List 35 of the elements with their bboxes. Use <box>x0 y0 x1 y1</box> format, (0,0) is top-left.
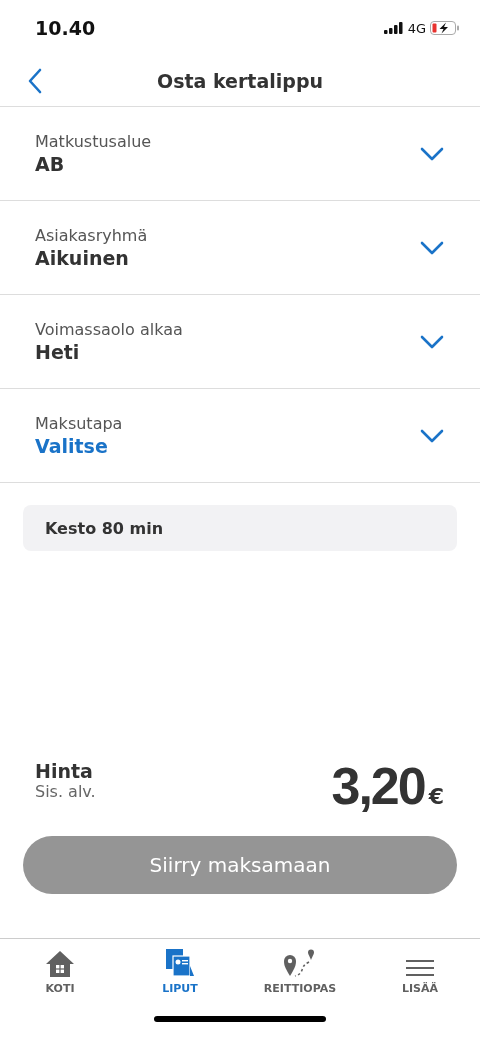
nav-tab[interactable]: REITTIOPAS <box>240 939 360 995</box>
page-title: Osta kertalippu <box>157 70 323 92</box>
duration-info: Kesto 80 min <box>23 505 457 551</box>
field-label: Asiakasryhmä <box>35 226 148 245</box>
field-label: Matkustusalue <box>35 132 152 151</box>
status-time: 10.40 <box>35 17 96 39</box>
chevron-down-icon <box>420 334 444 349</box>
field-label: Maksutapa <box>35 414 123 433</box>
dropdown-field[interactable]: Asiakasryhmä Aikuinen <box>0 201 480 295</box>
field-value: AB <box>35 153 66 175</box>
dropdown-field[interactable]: Matkustusalue AB <box>0 107 480 201</box>
network-label: 4G <box>407 20 426 36</box>
price-amount: 3,20 <box>331 756 425 816</box>
price-label: Hinta <box>35 760 94 782</box>
tickets-icon <box>165 948 195 978</box>
house-icon <box>45 950 75 978</box>
dropdown-field[interactable]: Voimassaolo alkaa Heti <box>0 295 480 389</box>
battery-charging-icon <box>430 21 460 35</box>
route-pins-icon <box>283 948 317 978</box>
chevron-down-icon <box>420 146 444 161</box>
signal-icon <box>383 22 404 34</box>
field-label: Voimassaolo alkaa <box>35 320 183 339</box>
nav-tab[interactable]: LIPUT <box>120 939 240 995</box>
field-value: Aikuinen <box>35 247 130 269</box>
menu-icon <box>405 958 435 978</box>
nav-tab[interactable]: LISÄÄ <box>360 939 480 995</box>
field-value: Valitse <box>35 435 109 457</box>
field-value: Heti <box>35 341 81 363</box>
chevron-down-icon <box>420 428 444 443</box>
back-icon[interactable] <box>28 68 42 94</box>
nav-tab[interactable]: KOTI <box>0 939 120 995</box>
chevron-down-icon <box>420 240 444 255</box>
currency-symbol: € <box>428 784 444 809</box>
dropdown-field[interactable]: Maksutapa Valitse <box>0 389 480 483</box>
tax-note: Sis. alv. <box>35 782 96 801</box>
